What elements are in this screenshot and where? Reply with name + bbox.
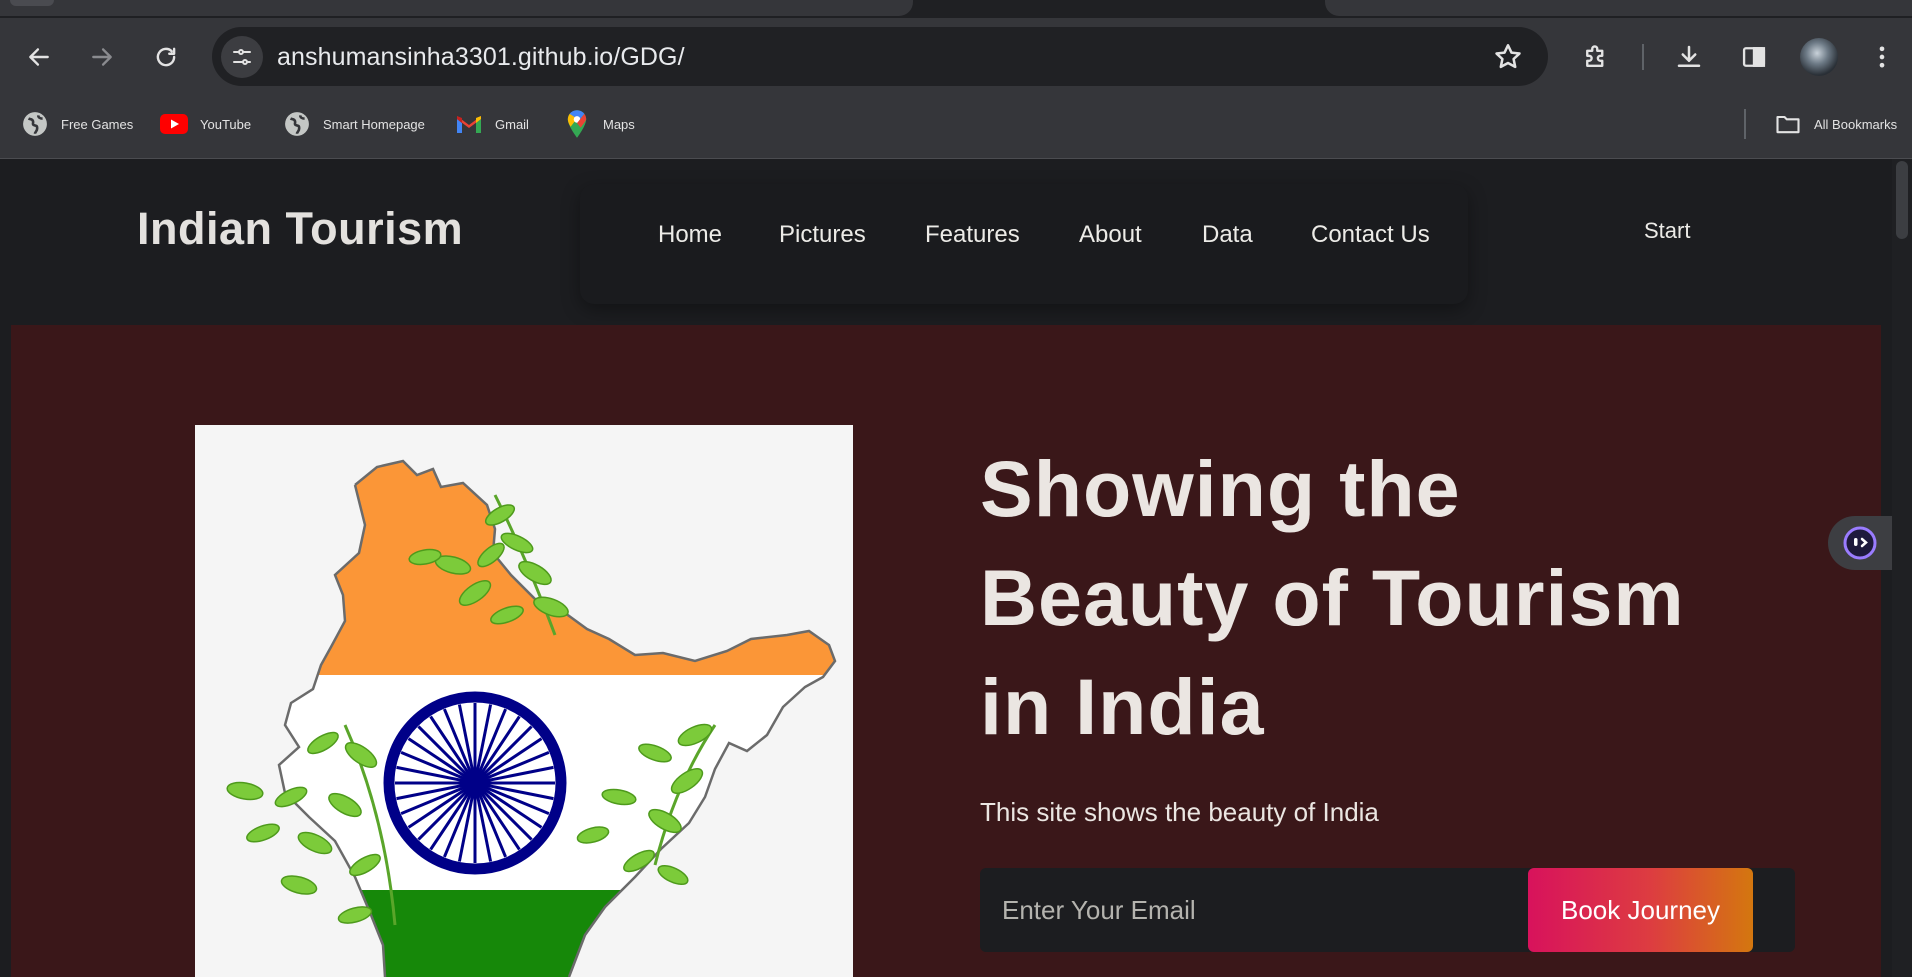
main-nav: Home Pictures Features About Data Contac…: [580, 184, 1468, 304]
web-page: Indian Tourism Home Pictures Features Ab…: [0, 159, 1892, 977]
hero-title-line: Showing the: [980, 444, 1461, 533]
site-logo[interactable]: Indian Tourism: [137, 203, 463, 255]
tab-strip: [0, 0, 1912, 18]
download-icon[interactable]: [1670, 38, 1708, 76]
india-flag-map-image: [195, 425, 853, 977]
signup-form: Book Journey: [980, 868, 1795, 952]
book-journey-button[interactable]: Book Journey: [1528, 868, 1753, 952]
hero-subtitle: This site shows the beauty of India: [980, 797, 1379, 827]
assistant-face-icon: [1843, 526, 1877, 560]
start-link[interactable]: Start: [1644, 218, 1690, 244]
toolbar-divider: [1642, 44, 1644, 70]
bookmark-smart-homepage[interactable]: Smart Homepage: [283, 107, 425, 141]
browser-tab-left[interactable]: [0, 0, 913, 16]
bookmark-maps[interactable]: Maps: [563, 107, 635, 141]
reload-icon[interactable]: [149, 40, 183, 74]
forward-icon[interactable]: [85, 40, 119, 74]
bookmark-star-icon[interactable]: [1492, 41, 1524, 73]
nav-data[interactable]: Data: [1202, 221, 1253, 249]
site-info-icon[interactable]: [221, 36, 263, 78]
more-menu-icon[interactable]: [1863, 38, 1901, 76]
nav-home[interactable]: Home: [658, 221, 722, 249]
extensions-icon[interactable]: [1577, 38, 1615, 76]
assistant-widget[interactable]: [1828, 516, 1892, 570]
url-text[interactable]: anshumansinha3301.github.io/GDG/: [277, 43, 685, 72]
bookmark-label: Gmail: [495, 116, 529, 132]
gmail-icon: [455, 110, 483, 138]
scrollbar-thumb[interactable]: [1896, 161, 1908, 239]
youtube-icon: [160, 110, 188, 138]
bookmark-label: Smart Homepage: [323, 116, 425, 132]
hero-section: Showing the Beauty of Tourism in India T…: [11, 325, 1881, 977]
bookmark-free-games[interactable]: Free Games: [21, 107, 133, 141]
tab-corner: [10, 0, 54, 6]
browser-tab-right[interactable]: [1325, 0, 1912, 16]
bookmark-label: Free Games: [61, 116, 134, 132]
back-icon[interactable]: [22, 40, 56, 74]
all-bookmarks-label: All Bookmarks: [1814, 116, 1898, 132]
hero-title-line: in India: [980, 662, 1265, 751]
hero-title: Showing the Beauty of Tourism in India: [980, 434, 1740, 761]
browser-toolbar: anshumansinha3301.github.io/GDG/: [0, 18, 1912, 93]
hero-title-line: Beauty of Tourism: [980, 553, 1685, 642]
bookmark-label: Maps: [603, 116, 635, 132]
address-bar[interactable]: anshumansinha3301.github.io/GDG/: [212, 27, 1548, 86]
maps-icon: [563, 110, 591, 138]
globe-icon: [283, 110, 311, 138]
bookmarks-bar: Free Games YouTube Smart Homepage Gmail …: [0, 93, 1912, 159]
bookmarks-divider: [1744, 109, 1746, 139]
bookmark-youtube[interactable]: YouTube: [160, 107, 251, 141]
nav-contact-us[interactable]: Contact Us: [1311, 221, 1430, 249]
all-bookmarks[interactable]: All Bookmarks: [1774, 107, 1897, 141]
avatar[interactable]: [1800, 38, 1838, 76]
nav-pictures[interactable]: Pictures: [779, 221, 866, 249]
email-input[interactable]: [980, 868, 1520, 952]
ashoka-chakra-icon: [383, 691, 567, 875]
page-scrollbar[interactable]: [1892, 159, 1912, 977]
bookmark-gmail[interactable]: Gmail: [455, 107, 529, 141]
nav-features[interactable]: Features: [925, 221, 1020, 249]
globe-icon: [21, 110, 49, 138]
folder-icon: [1774, 110, 1802, 138]
bookmark-label: YouTube: [200, 116, 252, 132]
side-panel-icon[interactable]: [1735, 38, 1773, 76]
nav-about[interactable]: About: [1079, 221, 1142, 249]
